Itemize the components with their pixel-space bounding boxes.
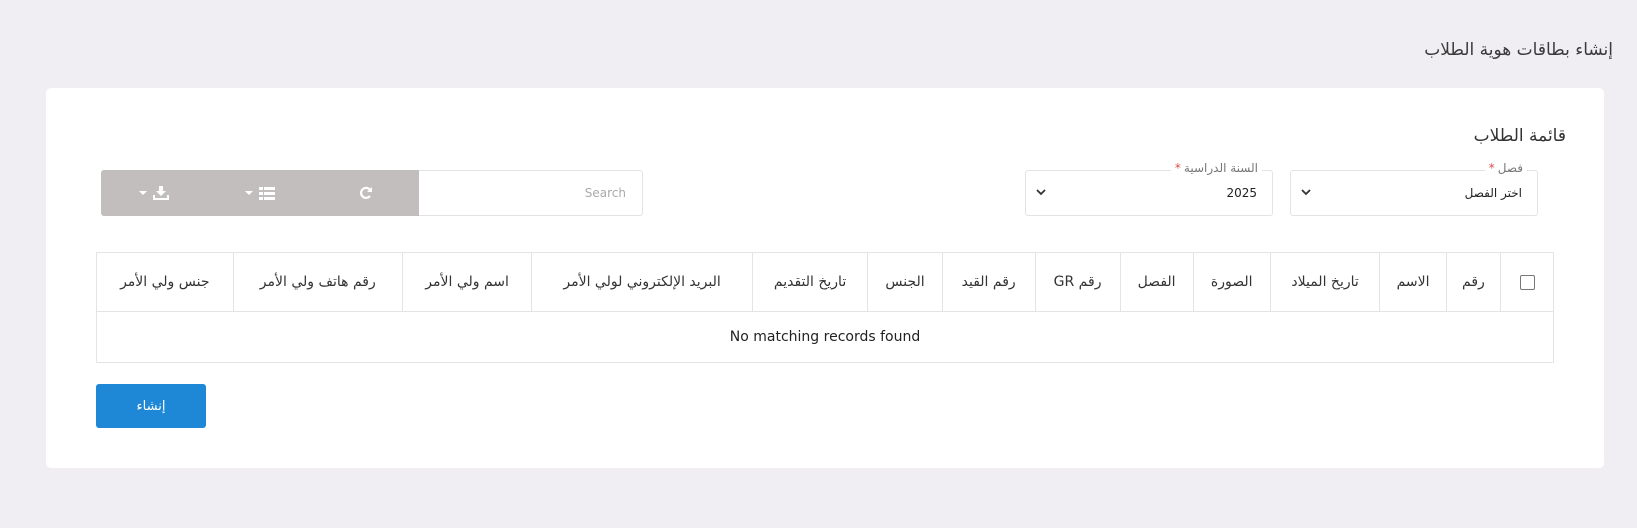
empty-message: No matching records found — [96, 311, 1554, 363]
page-title: إنشاء بطاقات هوية الطلاب — [1424, 40, 1613, 60]
search-box — [418, 170, 643, 216]
refresh-button[interactable] — [313, 170, 419, 216]
search-input[interactable] — [418, 171, 642, 215]
column-header[interactable]: الاسم — [1379, 252, 1447, 312]
columns-icon — [259, 186, 275, 200]
column-header[interactable]: البريد الإلكتروني لولي الأمر — [531, 252, 753, 312]
chevron-down-icon — [1301, 189, 1311, 196]
column-header[interactable]: الصورة — [1192, 252, 1271, 312]
create-button[interactable]: إنشاء — [96, 384, 206, 428]
students-card: قائمة الطلاب فصل* اختر الفصل السنة الدرا… — [46, 88, 1604, 468]
card-title: قائمة الطلاب — [1473, 126, 1566, 146]
year-select[interactable]: السنة الدراسية* 2025 — [1025, 161, 1273, 216]
caret-down-icon — [139, 191, 147, 195]
export-button[interactable] — [101, 170, 207, 216]
download-icon — [153, 186, 169, 200]
column-header[interactable]: رقم — [1445, 252, 1502, 312]
table-toolbar — [101, 170, 419, 216]
select-all-header — [1500, 252, 1554, 312]
column-header[interactable]: رقم هاتف ولي الأمر — [232, 252, 403, 312]
class-label: فصل* — [1484, 161, 1527, 175]
year-select-value: 2025 — [1226, 186, 1257, 200]
column-header[interactable]: رقم GR — [1034, 252, 1121, 312]
students-table-wrap: رقم الاسم تاريخ الميلاد الصورة الفصل رقم… — [96, 252, 1554, 363]
column-header[interactable]: جنس ولي الأمر — [96, 252, 234, 312]
column-header[interactable]: تاريخ الميلاد — [1269, 252, 1381, 312]
caret-down-icon — [245, 191, 253, 195]
table-header-row: رقم الاسم تاريخ الميلاد الصورة الفصل رقم… — [96, 252, 1554, 312]
class-select[interactable]: فصل* اختر الفصل — [1290, 161, 1538, 216]
year-label: السنة الدراسية* — [1170, 161, 1262, 175]
class-select-value: اختر الفصل — [1464, 186, 1522, 200]
empty-row: No matching records found — [96, 311, 1554, 363]
column-header[interactable]: الفصل — [1119, 252, 1194, 312]
chevron-down-icon — [1036, 189, 1046, 196]
column-header[interactable]: اسم ولي الأمر — [401, 252, 533, 312]
select-all-checkbox[interactable] — [1519, 274, 1535, 290]
students-table: رقم الاسم تاريخ الميلاد الصورة الفصل رقم… — [96, 252, 1554, 363]
column-header[interactable]: الجنس — [867, 252, 943, 312]
column-header[interactable]: رقم القيد — [941, 252, 1036, 312]
column-header[interactable]: تاريخ التقديم — [751, 252, 869, 312]
columns-button[interactable] — [207, 170, 313, 216]
refresh-icon — [359, 186, 373, 199]
